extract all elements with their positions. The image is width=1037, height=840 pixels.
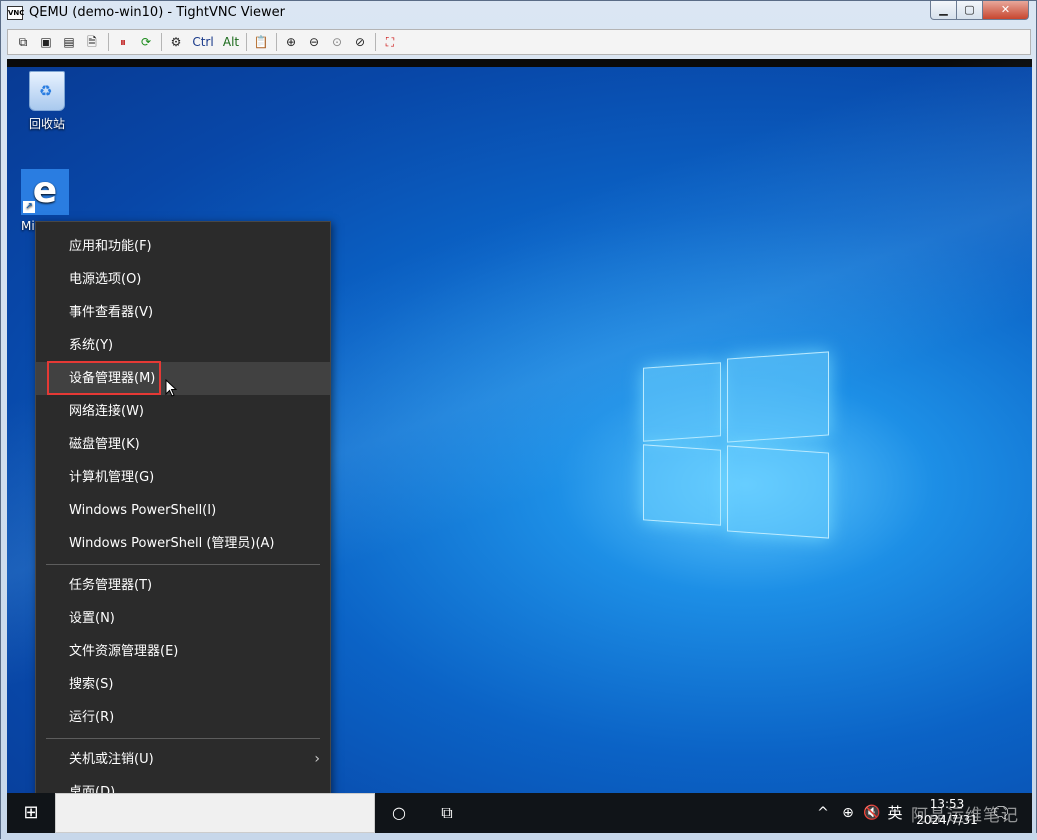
volume-muted-icon: 🔇: [863, 805, 881, 821]
zoom-fit-icon[interactable]: ⊘: [351, 33, 369, 51]
chevron-right-icon: ›: [314, 751, 320, 767]
toolbar-separator: [161, 33, 162, 51]
chevron-up-icon: ^: [817, 805, 829, 821]
remote-desktop[interactable]: ♻ 回收站 e ↗ Mi 应用和功能(F) 电源选项(O) 事件查看器(V) 系…: [7, 59, 1032, 833]
zoom-in-icon[interactable]: ⊕: [282, 33, 300, 51]
recycle-bin-shortcut[interactable]: ♻ 回收站: [23, 71, 71, 132]
menu-separator: [46, 738, 320, 739]
info-icon[interactable]: 🗎: [83, 33, 101, 51]
minimize-button[interactable]: ▁: [930, 1, 957, 20]
maximize-icon: ▢: [964, 3, 975, 16]
ctrl-key-button[interactable]: Ctrl: [190, 33, 216, 51]
menu-item-shutdown-signout[interactable]: 关机或注销(U) ›: [36, 743, 330, 776]
task-view-icon: ⧉: [441, 803, 453, 822]
network-tray-button[interactable]: ⊕: [837, 793, 859, 833]
menu-item-power-options[interactable]: 电源选项(O): [36, 263, 330, 296]
menu-item-file-explorer[interactable]: 文件资源管理器(E): [36, 635, 330, 668]
notification-icon: 🗨: [991, 803, 1012, 822]
ime-indicator[interactable]: 英: [885, 793, 905, 833]
toolbar-separator: [108, 33, 109, 51]
menu-item-shutdown-label: 关机或注销(U): [69, 752, 154, 767]
new-connection-icon[interactable]: ⧉: [14, 33, 32, 51]
start-button[interactable]: ⊞: [7, 793, 55, 833]
toolbar-separator: [375, 33, 376, 51]
close-icon: ✕: [1000, 3, 1011, 16]
volume-tray-button[interactable]: 🔇: [861, 793, 883, 833]
shortcut-arrow-icon: ↗: [23, 201, 35, 213]
menu-item-system[interactable]: 系统(Y): [36, 329, 330, 362]
edge-icon: e ↗: [21, 169, 69, 215]
windows-start-icon: ⊞: [23, 802, 39, 823]
menu-item-event-viewer[interactable]: 事件查看器(V): [36, 296, 330, 329]
recycle-bin-icon: ♻: [29, 71, 65, 111]
save-icon[interactable]: ▣: [37, 33, 55, 51]
alt-key-button[interactable]: Alt: [220, 33, 242, 51]
vnc-app-icon: VNC: [7, 6, 24, 20]
windows-logo-wallpaper: [643, 351, 831, 543]
show-hidden-icons-button[interactable]: ^: [813, 793, 833, 833]
mouse-cursor-icon: [165, 379, 178, 397]
menu-item-disk-management[interactable]: 磁盘管理(K): [36, 428, 330, 461]
close-button[interactable]: ✕: [982, 1, 1029, 20]
toolbar-separator: [246, 33, 247, 51]
menu-item-run[interactable]: 运行(R): [36, 701, 330, 734]
winx-context-menu: 应用和功能(F) 电源选项(O) 事件查看器(V) 系统(Y) 设备管理器(M)…: [35, 221, 331, 817]
ctrl-alt-del-icon[interactable]: ⚙: [167, 33, 185, 51]
minimize-icon: ▁: [939, 3, 948, 16]
maximize-button[interactable]: ▢: [956, 1, 983, 20]
vnc-toolbar: ⧉ ▣ ▤ 🗎 ⏸ ⟳ ⚙ Ctrl Alt 📋 ⊕ ⊖ ⊙ ⊘ ⛶: [7, 29, 1031, 55]
options-icon[interactable]: ▤: [60, 33, 78, 51]
menu-item-settings[interactable]: 设置(N): [36, 602, 330, 635]
menu-item-powershell-admin[interactable]: Windows PowerShell (管理员)(A): [36, 527, 330, 560]
taskbar-search-box[interactable]: [55, 793, 375, 833]
taskbar-clock[interactable]: 13:53 2024/7/31: [907, 796, 987, 828]
recycle-bin-label: 回收站: [28, 117, 65, 131]
menu-item-network-connections[interactable]: 网络连接(W): [36, 395, 330, 428]
menu-item-computer-management[interactable]: 计算机管理(G): [36, 461, 330, 494]
title-bar[interactable]: VNC QEMU (demo-win10) - TightVNC Viewer …: [1, 1, 1036, 27]
action-center-button[interactable]: 🗨: [991, 801, 1011, 825]
cortana-icon: ○: [392, 803, 406, 822]
menu-separator: [46, 564, 320, 565]
edge-shortcut[interactable]: e ↗ Mi: [21, 169, 71, 233]
menu-item-task-manager[interactable]: 任务管理器(T): [36, 569, 330, 602]
menu-item-search[interactable]: 搜索(S): [36, 668, 330, 701]
zoom-reset-icon[interactable]: ⊙: [328, 33, 346, 51]
annotation-highlight-box: [47, 361, 161, 395]
clipboard-icon[interactable]: 📋: [252, 33, 270, 51]
menu-item-powershell[interactable]: Windows PowerShell(I): [36, 494, 330, 527]
zoom-out-icon[interactable]: ⊖: [305, 33, 323, 51]
window-title: QEMU (demo-win10) - TightVNC Viewer: [29, 5, 285, 20]
network-icon: ⊕: [842, 805, 854, 821]
edge-label: Mi: [21, 219, 35, 233]
menu-item-apps-features[interactable]: 应用和功能(F): [36, 230, 330, 263]
pause-icon[interactable]: ⏸: [114, 33, 132, 51]
vnc-viewer-window: VNC QEMU (demo-win10) - TightVNC Viewer …: [0, 0, 1037, 840]
clock-date: 2024/7/31: [916, 813, 978, 827]
fullscreen-icon[interactable]: ⛶: [381, 33, 399, 51]
cortana-button[interactable]: ○: [375, 793, 423, 833]
toolbar-separator: [276, 33, 277, 51]
task-view-button[interactable]: ⧉: [423, 793, 471, 833]
clock-time: 13:53: [929, 797, 965, 811]
taskbar: ⊞ ○ ⧉ ^ ⊕ 🔇 英 阿晶运维笔记 13:53 2024/7/31 🗨: [7, 793, 1032, 833]
refresh-icon[interactable]: ⟳: [137, 33, 155, 51]
